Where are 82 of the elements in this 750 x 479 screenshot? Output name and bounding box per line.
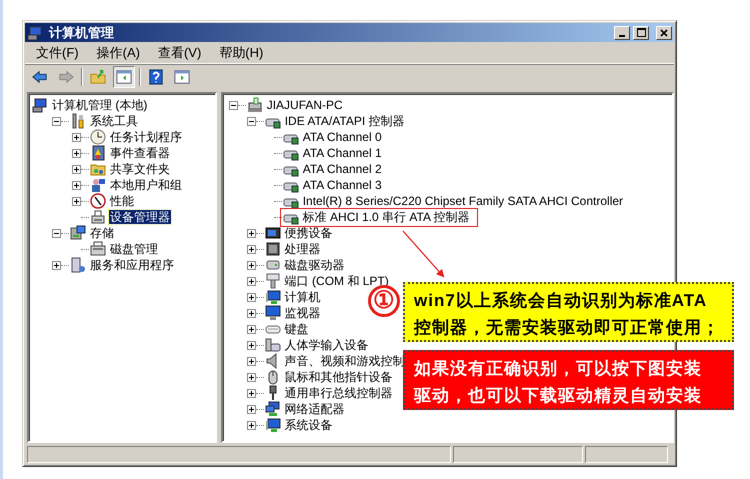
collapse-icon[interactable] — [52, 116, 61, 126]
menu-item[interactable]: 查看(V) — [156, 42, 204, 62]
expand-icon[interactable] — [246, 420, 256, 430]
app-icon — [27, 24, 43, 40]
expand-icon[interactable] — [72, 148, 81, 158]
expand-icon[interactable] — [246, 244, 256, 254]
tree-item[interactable]: 标准 AHCI 1.0 串行 ATA 控制器 — [302, 210, 471, 224]
tree-item[interactable]: 便携设备 — [284, 226, 334, 240]
note-text: win7以上系统会自动识别为标准ATA 控制器，无需安装驱动即可正常使用； — [403, 282, 734, 342]
expand-icon[interactable] — [246, 324, 256, 334]
expand-icon[interactable] — [72, 180, 81, 190]
expand-icon[interactable] — [246, 404, 256, 414]
expand-icon[interactable] — [246, 260, 256, 270]
media-player-icon — [264, 225, 281, 241]
tree-item[interactable]: 人体学输入设备 — [284, 338, 370, 352]
tree-item[interactable]: IDE ATA/ATAPI 控制器 — [284, 114, 406, 128]
menu-item[interactable]: 文件(F) — [34, 42, 81, 62]
expand-icon[interactable] — [72, 132, 81, 142]
users-icon — [90, 177, 106, 193]
tree-item[interactable]: 共享文件夹 — [109, 162, 171, 176]
tree-item[interactable]: 存储 — [89, 226, 115, 240]
tree-item[interactable]: 处理器 — [284, 242, 322, 256]
tree-item[interactable]: ATA Channel 1 — [302, 146, 383, 160]
tree-item[interactable]: ATA Channel 0 — [302, 130, 383, 144]
close-button[interactable] — [656, 26, 672, 40]
printer-icon — [90, 209, 106, 225]
maximize-icon — [636, 28, 646, 37]
tree-item[interactable]: 计算机 — [284, 290, 322, 304]
chip-icon — [264, 241, 281, 257]
expand-icon[interactable] — [246, 228, 256, 238]
tools-icon — [70, 113, 86, 129]
storage-icon — [70, 225, 86, 241]
collapse-icon[interactable] — [246, 116, 256, 126]
tree-item[interactable]: 磁盘管理 — [109, 242, 159, 256]
server-icon — [70, 257, 86, 273]
tree-item[interactable]: 监视器 — [284, 306, 322, 320]
warning-text: 如果没有正确识别，可以按下图安装 驱动，也可以下载驱动精灵自动安装 — [403, 350, 734, 410]
gamepad-icon — [264, 337, 281, 353]
tree-item[interactable]: 设备管理器 — [109, 210, 171, 224]
tree-item[interactable]: 服务和应用程序 — [89, 258, 175, 272]
tree-item[interactable]: JIAJUFAN-PC — [266, 98, 344, 112]
window-title: 计算机管理 — [49, 24, 115, 42]
tree-item[interactable]: ATA Channel 3 — [302, 178, 383, 192]
tree-pane-button[interactable] — [113, 66, 135, 88]
expand-icon[interactable] — [72, 196, 81, 206]
expand-icon[interactable] — [246, 388, 256, 398]
menu-item[interactable]: 帮助(H) — [217, 42, 266, 62]
tree-item[interactable]: 系统设备 — [284, 418, 334, 432]
expand-icon[interactable] — [246, 276, 256, 286]
collapse-icon[interactable] — [228, 100, 238, 110]
expand-icon[interactable] — [72, 164, 81, 174]
tree-item[interactable]: 网络适配器 — [284, 402, 346, 416]
minimize-icon — [619, 34, 625, 36]
tree-item[interactable]: ATA Channel 2 — [302, 162, 383, 176]
network-icon — [264, 401, 281, 417]
collapse-icon[interactable] — [52, 228, 61, 238]
expand-icon[interactable] — [246, 340, 256, 350]
step-number: ① — [368, 285, 400, 317]
tree-item[interactable]: 端口 (COM 和 LPT) — [284, 274, 390, 288]
tree-item[interactable]: 键盘 — [284, 322, 310, 336]
tree-item[interactable]: 磁盘驱动器 — [284, 258, 346, 272]
tree-item[interactable]: 任务计划程序 — [109, 130, 183, 144]
minimize-button[interactable] — [614, 26, 630, 40]
expand-icon[interactable] — [246, 292, 256, 302]
tree-item[interactable]: 性能 — [109, 194, 135, 208]
notebook-icon — [90, 145, 106, 161]
maximize-button[interactable] — [633, 26, 649, 40]
tree-item[interactable]: 事件查看器 — [109, 146, 171, 160]
expand-icon[interactable] — [246, 372, 256, 382]
close-icon — [660, 28, 668, 36]
tree-item[interactable]: 通用串行总线控制器 — [284, 386, 394, 400]
connector-icon — [264, 273, 281, 289]
tree-item[interactable]: 鼠标和其他指针设备 — [284, 370, 394, 384]
expand-icon[interactable] — [246, 308, 256, 318]
expand-icon[interactable] — [246, 356, 256, 366]
tree-item[interactable]: 系统工具 — [89, 114, 139, 128]
menu-item[interactable]: 操作(A) — [94, 42, 142, 62]
tree-item[interactable]: 本地用户和组 — [109, 178, 183, 192]
gauge-icon — [90, 193, 106, 209]
tree-item[interactable]: Intel(R) 8 Series/C220 Chipset Family SATA AHCI Controller — [302, 194, 624, 208]
expand-icon[interactable] — [52, 260, 61, 270]
tree-item[interactable]: 计算机管理 (本地) — [51, 98, 148, 112]
